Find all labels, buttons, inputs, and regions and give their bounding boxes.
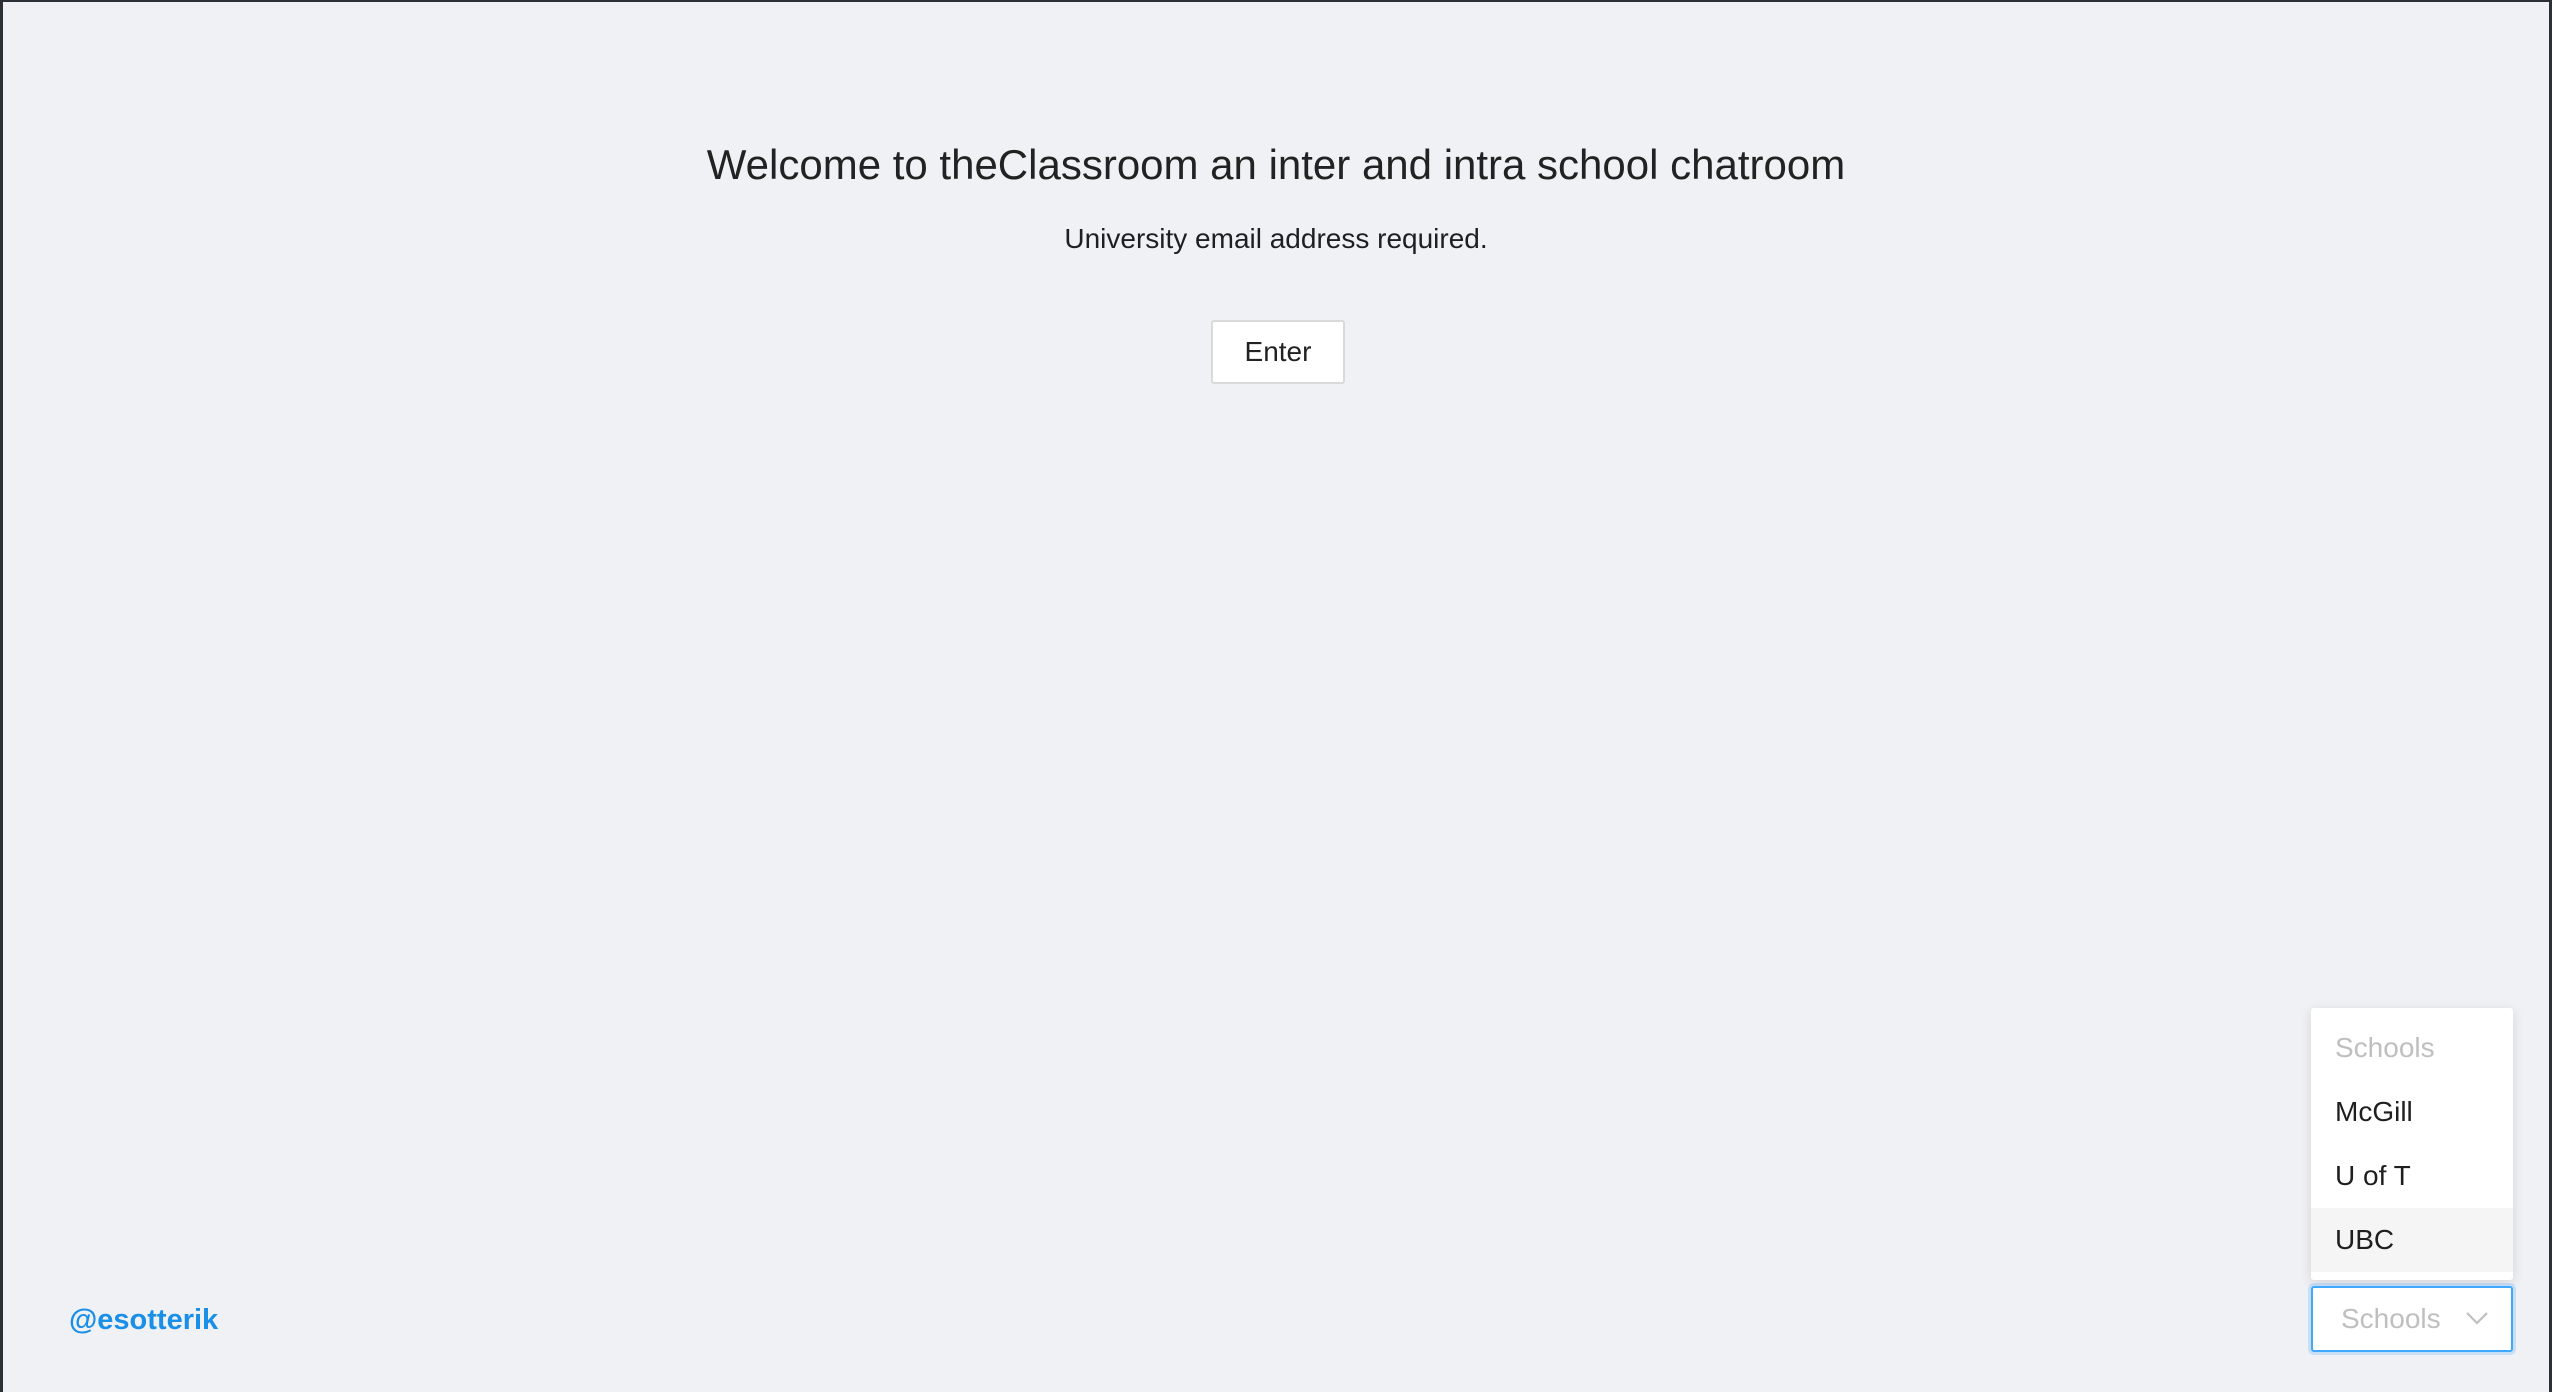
chevron-down-icon [2465,1310,2489,1326]
email-requirement-text: University email address required. [1064,223,1488,254]
enter-button[interactable]: Enter [1211,320,1345,384]
page-title: Welcome to theClassroom an inter and int… [706,141,1846,188]
school-dropdown-menu: Schools McGill U of T UBC [2311,1008,2513,1280]
school-select[interactable]: Schools [2311,1286,2513,1352]
author-link[interactable]: @esotterik [69,1304,218,1337]
dropdown-option-ubc[interactable]: UBC [2311,1208,2513,1272]
dropdown-option-placeholder: Schools [2335,1032,2435,1063]
school-select-value: Schools [2341,1303,2441,1334]
app-window: Welcome to theClassroom an inter and int… [3,2,2549,1392]
dropdown-option-u-of-t[interactable]: U of T [2311,1144,2513,1208]
dropdown-option-mcgill[interactable]: McGill [2311,1080,2513,1144]
